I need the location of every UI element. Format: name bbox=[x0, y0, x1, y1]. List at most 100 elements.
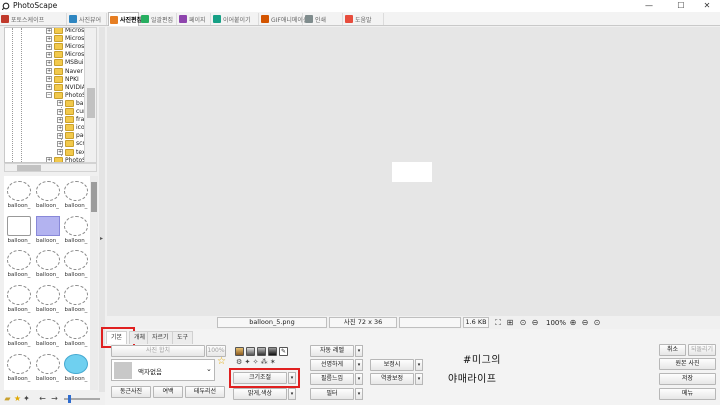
expand-icon[interactable]: + bbox=[46, 68, 52, 74]
zoom-reset-icon[interactable]: ⊙ bbox=[592, 318, 602, 328]
tab-6[interactable]: GIF애니메이션 bbox=[260, 13, 308, 25]
folder-tree-hscrollbar[interactable] bbox=[4, 163, 97, 172]
film-effect-button[interactable]: 필름느낌 bbox=[310, 373, 354, 385]
balloon-thumbnail[interactable]: balloon_ bbox=[34, 283, 62, 317]
zoom-in-icon[interactable]: ⊕ bbox=[568, 318, 578, 328]
tab-7[interactable]: 인쇄 bbox=[304, 13, 343, 25]
expand-icon[interactable]: + bbox=[57, 116, 63, 123]
fit-screen-icon[interactable]: ⛶ bbox=[493, 318, 503, 328]
expand-icon[interactable]: + bbox=[46, 76, 52, 83]
balloon-thumbnail[interactable]: balloon_ bbox=[34, 352, 62, 386]
expand-icon[interactable]: + bbox=[46, 43, 52, 50]
filter-button[interactable]: 필터 bbox=[310, 388, 354, 400]
balloon-thumbnail[interactable]: balloon_ bbox=[34, 179, 62, 213]
tab-8[interactable]: 도움말 bbox=[344, 13, 384, 25]
balloon-thumbnail[interactable]: balloon_ bbox=[62, 352, 90, 386]
brush-icon[interactable]: ✎ bbox=[279, 347, 288, 356]
margin-button[interactable]: 여백 bbox=[153, 386, 183, 398]
sepia-swatch[interactable] bbox=[235, 347, 244, 356]
balloon-thumbnail[interactable]: balloon_ bbox=[62, 248, 90, 282]
balloon-thumbnail[interactable]: balloon_ bbox=[5, 179, 33, 213]
tree-item[interactable]: +PhotoSc bbox=[46, 156, 85, 162]
tab-0[interactable]: 포토스케이프 bbox=[0, 13, 67, 25]
scroll-thumb[interactable] bbox=[17, 165, 41, 171]
balloon-thumbnail[interactable]: balloon_ bbox=[62, 283, 90, 317]
tab-1[interactable]: 사진뷰어 bbox=[68, 13, 107, 25]
expand-icon[interactable]: + bbox=[57, 124, 63, 131]
tab-4[interactable]: 페이지 bbox=[178, 13, 211, 25]
zoom-out-icon[interactable]: ⊖ bbox=[530, 318, 540, 328]
tab-2[interactable]: 사진편집 bbox=[108, 12, 142, 26]
balloon-thumbnail[interactable]: balloon_ bbox=[5, 352, 33, 386]
brightness-dropdown[interactable]: ▾ bbox=[288, 388, 296, 400]
film-effect-dropdown[interactable]: ▾ bbox=[355, 373, 363, 385]
maximize-button[interactable]: ☐ bbox=[668, 0, 694, 12]
star-icon[interactable]: ☆ bbox=[217, 356, 226, 367]
expand-icon[interactable]: + bbox=[46, 59, 52, 66]
balloon-thumbnail[interactable]: balloon_ bbox=[5, 283, 33, 317]
settings-icon[interactable]: ✦ bbox=[22, 394, 31, 403]
expand-icon[interactable]: + bbox=[57, 108, 63, 115]
filter-mini-icons[interactable]: ⚙ ✦ ✧ ⁂ ✶ bbox=[236, 358, 276, 366]
backlight-dropdown[interactable]: ▾ bbox=[415, 373, 423, 385]
balloon-thumbnail[interactable]: balloon_ bbox=[5, 317, 33, 351]
undo-button[interactable]: 되돌리기 bbox=[688, 344, 716, 356]
auto-level-button[interactable]: 자동 레벨 bbox=[310, 345, 354, 357]
tab-3[interactable]: 일괄편집 bbox=[140, 13, 177, 25]
balloon-image-preview[interactable] bbox=[392, 162, 432, 182]
border-line-button[interactable]: 테두리선 bbox=[185, 386, 225, 398]
gray-swatch[interactable] bbox=[246, 347, 255, 356]
dark-gray-swatch[interactable] bbox=[257, 347, 266, 356]
frame-select[interactable]: 액자없음 ⌄ bbox=[111, 359, 215, 381]
forward-arrow-icon[interactable]: → bbox=[50, 394, 59, 403]
brightness-color-button[interactable]: 밝게,색상 bbox=[233, 388, 287, 400]
balloon-thumbnail[interactable]: balloon_ bbox=[62, 179, 90, 213]
balloon-thumbnail[interactable]: balloon_ bbox=[62, 317, 90, 351]
collapse-arrow-icon[interactable]: ▸ bbox=[100, 235, 103, 242]
backlight-button[interactable]: 역광보정 bbox=[370, 373, 414, 385]
expand-icon[interactable]: + bbox=[57, 132, 63, 139]
actual-size-icon[interactable]: ⊞ bbox=[505, 318, 515, 328]
original-photo-button[interactable]: 원본 사진 bbox=[659, 358, 716, 370]
back-arrow-icon[interactable]: ← bbox=[38, 394, 47, 403]
filter-dropdown[interactable]: ▾ bbox=[355, 388, 363, 400]
minimize-button[interactable]: — bbox=[636, 0, 662, 12]
balloon-thumbnail[interactable]: balloon_ bbox=[5, 214, 33, 248]
balloon-thumbnail[interactable]: balloon_ bbox=[5, 248, 33, 282]
close-button[interactable]: ✕ bbox=[694, 0, 720, 12]
balloon-thumbnail[interactable]: balloon_ bbox=[34, 248, 62, 282]
subtab-tools[interactable]: 도구 bbox=[172, 331, 194, 344]
balloon-thumbnail[interactable]: balloon_ bbox=[62, 214, 90, 248]
expand-icon[interactable]: + bbox=[46, 35, 52, 42]
correction-dropdown[interactable]: ▾ bbox=[415, 359, 423, 371]
correction-button[interactable]: 보정시 bbox=[370, 359, 414, 371]
folder-tree-scrollbar[interactable] bbox=[84, 27, 97, 163]
sharpen-dropdown[interactable]: ▾ bbox=[355, 359, 363, 371]
sharpen-button[interactable]: 선명하게 bbox=[310, 359, 354, 371]
expand-icon[interactable]: + bbox=[46, 28, 52, 34]
expand-icon[interactable]: + bbox=[57, 100, 63, 107]
scroll-thumb[interactable] bbox=[87, 88, 95, 118]
expand-icon[interactable]: + bbox=[46, 51, 52, 58]
balloon-thumbnail[interactable]: balloon_ bbox=[34, 317, 62, 351]
menu-button[interactable]: 메뉴 bbox=[659, 388, 716, 400]
expand-icon[interactable]: + bbox=[57, 140, 63, 147]
image-canvas[interactable] bbox=[107, 27, 720, 316]
expand-icon[interactable]: + bbox=[46, 84, 52, 91]
save-button[interactable]: 저장 bbox=[659, 373, 716, 385]
thumbnail-scrollbar[interactable] bbox=[90, 176, 98, 390]
zoom-out-small-icon[interactable]: ⊖ bbox=[580, 318, 590, 328]
balloon-thumbnail[interactable]: balloon_ bbox=[34, 214, 62, 248]
tab-5[interactable]: 이어붙이기 bbox=[212, 13, 259, 25]
star-icon[interactable]: ★ bbox=[13, 394, 22, 403]
black-swatch[interactable] bbox=[268, 347, 277, 356]
thumb-size-slider-handle[interactable] bbox=[68, 395, 71, 403]
cancel-button[interactable]: 취소 bbox=[659, 344, 686, 356]
round-photo-button[interactable]: 동근사진 bbox=[111, 386, 151, 398]
collapse-icon[interactable]: − bbox=[46, 92, 52, 99]
subtab-crop[interactable]: 자르기 bbox=[147, 331, 174, 344]
auto-level-dropdown[interactable]: ▾ bbox=[355, 345, 363, 357]
folder-icon[interactable]: ▰ bbox=[3, 394, 12, 403]
scroll-thumb[interactable] bbox=[91, 182, 97, 212]
zoom-icon[interactable]: ⊙ bbox=[518, 318, 528, 328]
